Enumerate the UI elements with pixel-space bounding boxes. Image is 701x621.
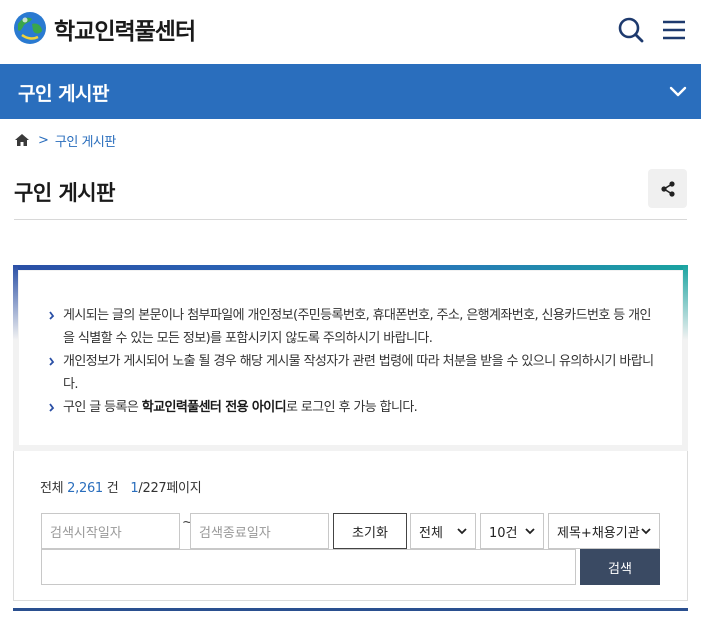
result-count: 전체 2,261 건 1/227페이지 [40,477,202,496]
notice-item: 개인정보가 게시되어 노출 될 경우 해당 게시물 작성자가 관련 법령에 따라… [49,350,659,396]
search-field-select[interactable]: 제목+채용기관 [548,513,660,549]
breadcrumb: > 구인 게시판 [14,131,116,150]
globe-logo-icon[interactable] [12,10,48,46]
breadcrumb-separator: > [38,132,49,148]
scope-select[interactable]: 전체 [410,513,476,549]
hamburger-menu-icon[interactable] [658,14,690,46]
page-total: /227페이지 [138,481,202,496]
top-header: 학교인력풀센터 [0,0,701,62]
notice-text-bold: 학교인력풀센터 전용 아이디 [141,400,287,415]
list-top-border [13,608,688,611]
total-count: 2,261 [67,481,103,496]
bullet-icon [49,403,55,412]
notice-box: 게시되는 글의 본문이나 첨부파일에 개인정보(주민등록번호, 휴대폰번호, 주… [13,265,688,451]
share-icon [660,180,675,197]
chevron-down-icon [457,527,467,534]
notice-text: 게시되는 글의 본문이나 첨부파일에 개인정보(주민등록번호, 휴대폰번호, 주… [63,308,651,346]
reset-button[interactable]: 초기화 [333,513,407,549]
title-divider [14,219,687,220]
keyword-input[interactable] [41,549,576,585]
chevron-down-icon [525,527,535,534]
notice-item: 구인 글 등록은 학교인력풀센터 전용 아이디로 로그인 후 가능 합니다. [49,396,659,419]
date-end-input[interactable]: 검색종료일자 [190,513,329,549]
home-icon[interactable] [14,132,30,148]
rows-per-page-select[interactable]: 10건 [480,513,544,549]
section-nav-bar[interactable]: 구인 게시판 [0,64,701,119]
chevron-down-icon[interactable] [668,83,688,101]
search-icon[interactable] [616,14,648,46]
notice-text-prefix: 구인 글 등록은 [63,400,142,415]
search-button[interactable]: 검색 [580,549,660,585]
notice-item: 게시되는 글의 본문이나 첨부파일에 개인정보(주민등록번호, 휴대폰번호, 주… [49,304,659,350]
search-panel: 전체 2,261 건 1/227페이지 검색시작일자 ~ 검색종료일자 초기화 전… [13,451,688,601]
share-button[interactable] [648,169,687,208]
notice-text: 개인정보가 게시되어 노출 될 경우 해당 게시물 작성자가 관련 법령에 따라… [63,354,654,392]
site-title[interactable]: 학교인력풀센터 [54,12,196,46]
page-title: 구인 게시판 [14,181,115,205]
notice-left-bar [13,265,18,340]
total-label: 전체 [40,481,64,496]
field-select-value: 제목+채용기관 [557,525,640,541]
bullet-icon [49,357,55,366]
notice-content: 게시되는 글의 본문이나 첨부파일에 개인정보(주민등록번호, 휴대폰번호, 주… [19,271,682,445]
rows-select-value: 10건 [489,525,518,541]
total-unit: 건 [106,481,119,496]
notice-top-bar [13,265,688,270]
date-start-input[interactable]: 검색시작일자 [41,513,180,549]
notice-text-suffix: 로 로그인 후 가능 합니다. [285,400,418,415]
notice-list: 게시되는 글의 본문이나 첨부파일에 개인정보(주민등록번호, 휴대폰번호, 주… [49,304,659,419]
scope-select-value: 전체 [419,525,443,541]
chevron-down-icon [641,527,651,534]
nav-title[interactable]: 구인 게시판 [18,79,110,106]
notice-right-bar [683,265,688,340]
breadcrumb-current[interactable]: 구인 게시판 [55,131,116,150]
bullet-icon [49,311,55,320]
